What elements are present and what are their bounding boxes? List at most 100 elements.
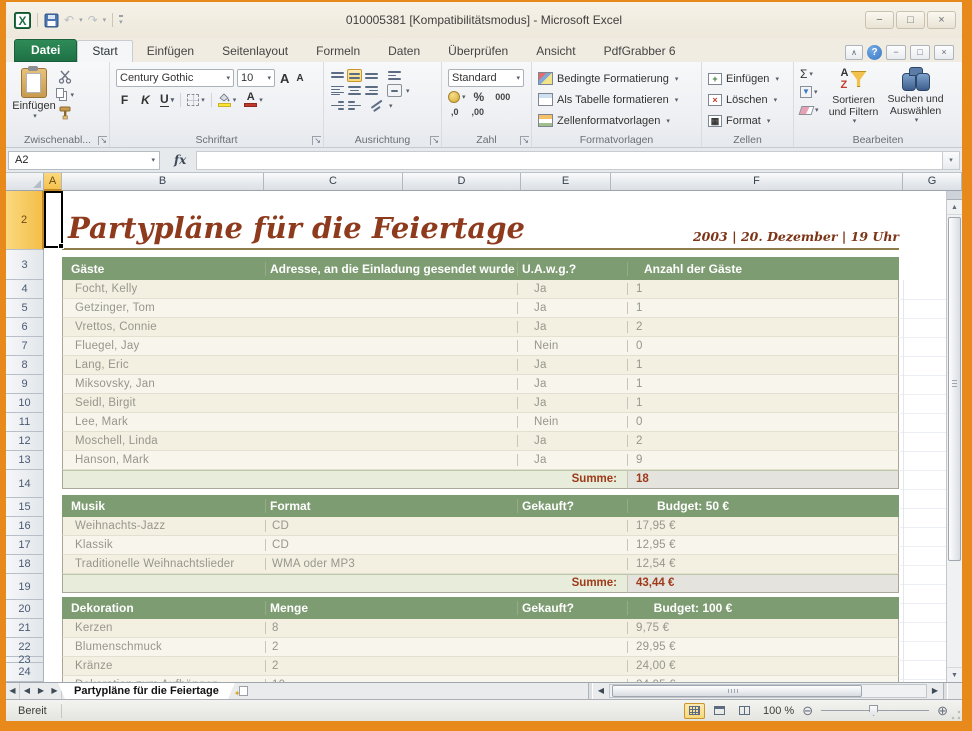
row-header-2[interactable]: 2 [6, 191, 44, 250]
row-header-7[interactable]: 7 [6, 337, 44, 356]
cell[interactable]: Traditionelle Weihnachtslieder [63, 558, 265, 570]
expand-formula-bar-icon[interactable]: ▾ [943, 151, 960, 170]
column-header-d[interactable]: D [403, 173, 521, 191]
row-header-18[interactable]: 18 [6, 555, 44, 574]
copy-button[interactable]: ▾ [56, 87, 74, 103]
column-header-c[interactable]: C [264, 173, 403, 191]
row-header-12[interactable]: 12 [6, 432, 44, 451]
conditional-formatting-button[interactable]: Bedingte Formatierung ▾ [538, 69, 678, 88]
cell[interactable]: Kerzen [63, 622, 265, 634]
section-header-cell[interactable]: Anzahl der Gäste [627, 262, 898, 276]
format-painter-button[interactable] [56, 105, 74, 121]
cell[interactable]: 8 [265, 622, 517, 634]
fill-button[interactable]: ▼▾ [800, 84, 819, 100]
row-header-10[interactable]: 10 [6, 394, 44, 413]
ribbon-tab-start[interactable]: Start [77, 40, 132, 62]
row-header-15[interactable]: 15 [6, 498, 44, 517]
page-layout-view-button[interactable] [709, 703, 730, 719]
increase-indent-button[interactable] [347, 99, 362, 112]
cell[interactable]: Getzinger, Tom [63, 302, 265, 314]
cell[interactable]: Hanson, Mark [63, 454, 265, 466]
hscroll-right-icon[interactable]: ▶ [927, 683, 943, 699]
cell[interactable]: 24,00 € [627, 660, 898, 672]
section-header-cell[interactable]: Dekoration [63, 601, 265, 615]
row-header-16[interactable]: 16 [6, 517, 44, 536]
ribbon-tab-pdfgrabber-6[interactable]: PdfGrabber 6 [590, 41, 690, 62]
workbook-close-button[interactable]: × [934, 45, 954, 60]
cell[interactable]: 9 [627, 454, 898, 466]
summe-value[interactable]: 18 [627, 470, 898, 489]
horizontal-scrollbar[interactable] [609, 684, 927, 698]
number-format-select[interactable]: Standard ▾ [448, 69, 524, 87]
autosum-button[interactable]: Σ▾ [800, 66, 819, 82]
vertical-scroll-thumb[interactable] [948, 217, 961, 561]
page-break-view-button[interactable] [734, 703, 755, 719]
cell[interactable]: 29,95 € [627, 641, 898, 653]
row-header-6[interactable]: 6 [6, 318, 44, 337]
resize-grip[interactable] [951, 710, 961, 720]
cell[interactable]: 1 [627, 283, 898, 295]
save-icon[interactable] [44, 13, 59, 28]
zoom-in-icon[interactable]: ⊕ [937, 703, 948, 719]
column-header-g[interactable]: G [903, 173, 962, 191]
cell[interactable]: CD [265, 520, 517, 532]
clipboard-dialog-launcher[interactable]: ↘ [98, 136, 107, 145]
cell[interactable]: Lang, Eric [63, 359, 265, 371]
underline-button[interactable]: U▾ [158, 91, 176, 108]
comma-style-button[interactable]: 000 [492, 92, 513, 102]
section-header-cell[interactable]: Gekauft? [517, 499, 627, 513]
increase-decimal-button[interactable]: ,0 [448, 107, 462, 117]
zoom-out-icon[interactable]: ⊖ [802, 703, 813, 719]
align-center-button[interactable] [347, 84, 362, 97]
row-header-11[interactable]: 11 [6, 413, 44, 432]
next-sheet-icon[interactable]: ▶ [34, 683, 48, 699]
section-header-cell[interactable]: Gekauft? [517, 601, 627, 615]
shrink-font-button[interactable]: A [294, 70, 305, 87]
find-select-button[interactable]: Suchen und Auswählen ▾ [885, 66, 947, 131]
cell[interactable]: Ja [517, 435, 627, 447]
align-bottom-button[interactable] [364, 69, 379, 82]
cell[interactable]: Seidl, Birgit [63, 397, 265, 409]
help-icon[interactable]: ? [867, 45, 882, 60]
maximize-button[interactable]: □ [896, 11, 925, 29]
cell[interactable]: 12,54 € [627, 558, 898, 570]
scroll-up-icon[interactable]: ▲ [947, 200, 962, 215]
font-size-select[interactable]: 10 ▾ [237, 69, 275, 87]
cell[interactable]: Fluegel, Jay [63, 340, 265, 352]
section-header-cell[interactable]: Gäste [63, 262, 265, 276]
excel-app-icon[interactable]: X [14, 12, 31, 29]
ribbon-tab-überprüfen[interactable]: Überprüfen [434, 41, 522, 62]
cell-styles-button[interactable]: Zellenformatvorlagen ▾ [538, 111, 678, 130]
cell[interactable]: 1 [627, 397, 898, 409]
cell[interactable]: Ja [517, 397, 627, 409]
cell[interactable]: 2 [265, 641, 517, 653]
row-header-13[interactable]: 13 [6, 451, 44, 470]
row-header-19[interactable]: 19 [6, 574, 44, 600]
cell[interactable]: 0 [627, 340, 898, 352]
cell[interactable]: 2 [627, 435, 898, 447]
zoom-slider[interactable] [821, 710, 929, 711]
cell[interactable]: 0 [627, 416, 898, 428]
align-middle-button[interactable] [347, 69, 362, 82]
format-as-table-button[interactable]: Als Tabelle formatieren ▾ [538, 90, 678, 109]
select-all-corner[interactable] [6, 173, 44, 191]
active-cell-a2[interactable] [44, 191, 63, 248]
redo-icon[interactable]: ↷ [86, 13, 100, 27]
zoom-level[interactable]: 100 % [763, 705, 794, 717]
row-header-14[interactable]: 14 [6, 470, 44, 498]
accounting-format-button[interactable]: ▾ [448, 91, 466, 103]
zoom-slider-handle[interactable] [869, 705, 878, 716]
minimize-button[interactable]: − [865, 11, 894, 29]
orientation-button[interactable] [368, 96, 388, 115]
summe-value[interactable]: 43,44 € [627, 574, 898, 593]
decrease-decimal-button[interactable]: ,00 [469, 107, 488, 117]
cell[interactable]: Nein [517, 416, 627, 428]
cell[interactable]: Blumenschmuck [63, 641, 265, 653]
percent-style-button[interactable]: % [471, 90, 488, 104]
cell[interactable]: Miksovsky, Jan [63, 378, 265, 390]
cell[interactable]: Kränze [63, 660, 265, 672]
collapse-ribbon-icon[interactable]: ∧ [845, 45, 863, 60]
qat-customize-icon[interactable]: ▾ [119, 15, 123, 26]
cell[interactable]: CD [265, 539, 517, 551]
sheet-tab[interactable]: Partypläne für die Feiertage [58, 683, 235, 699]
